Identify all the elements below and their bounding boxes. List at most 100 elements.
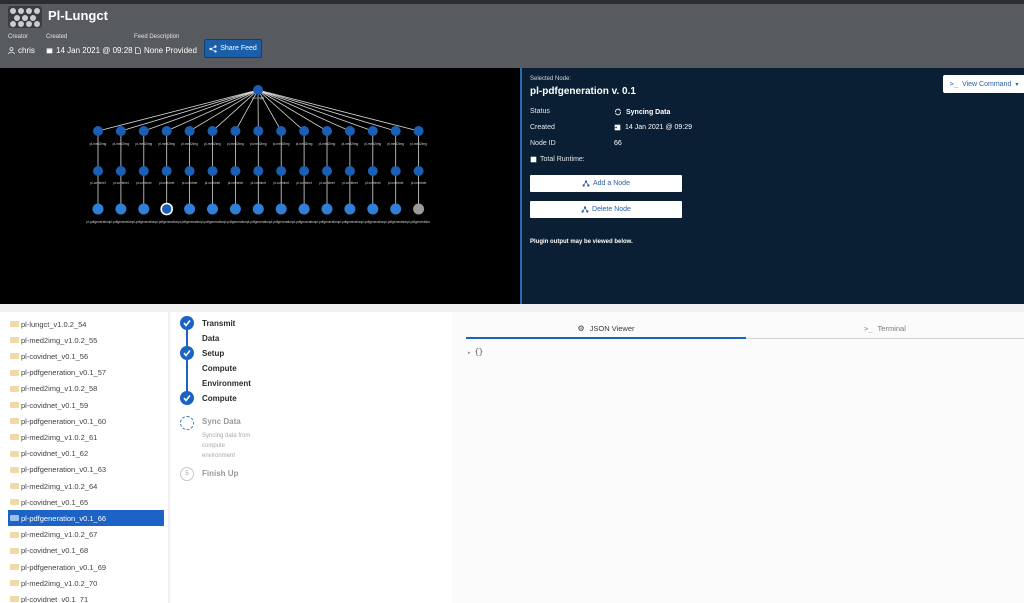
file-list-item[interactable]: pl-lungct_v1.0.2_54 (8, 316, 164, 332)
covidnet-node[interactable] (115, 166, 126, 176)
view-command-button[interactable]: >_ View Command ▾ (943, 75, 1024, 93)
created-value: 14 Jan 2021 @ 09:28 (46, 46, 133, 55)
pdfgeneration-node[interactable] (298, 203, 310, 215)
covidnet-node-label: pl-covidnet (296, 181, 312, 185)
folder-icon (10, 483, 19, 489)
file-list-item[interactable]: pl-pdfgeneration_v0.1_57 (8, 365, 164, 381)
med2img-node[interactable] (253, 126, 264, 136)
file-list-item[interactable]: pl-pdfgeneration_v0.1_69 (8, 559, 164, 575)
med2img-node-label: pl-med2img (204, 142, 221, 146)
covidnet-node[interactable] (207, 166, 218, 176)
step-sync-desc-2: compute (202, 443, 226, 449)
file-list-item[interactable]: pl-covidnet_v0.1_56 (8, 348, 164, 364)
med2img-node[interactable] (138, 126, 149, 136)
pdfgeneration-node[interactable] (115, 203, 127, 215)
covidnet-node[interactable] (230, 166, 241, 176)
covidnet-node[interactable] (390, 166, 401, 176)
file-list-item[interactable]: pl-covidnet_v0.1_59 (8, 397, 164, 413)
file-list-item-label: pl-covidnet_v0.1_56 (21, 351, 89, 361)
expand-caret-icon[interactable]: ▸ (468, 350, 471, 356)
med2img-node[interactable] (93, 126, 103, 136)
share-feed-button[interactable]: Share Feed (204, 39, 262, 58)
med2img-node-label: pl-med2img (158, 142, 175, 146)
covidnet-node[interactable] (138, 166, 149, 176)
covidnet-node-label: pl-covidnet (319, 181, 335, 185)
covidnet-node[interactable] (344, 166, 355, 176)
feed-tree-graph[interactable]: pl-lungct pl-med2img pl-covidnet pl-pdfgene… (0, 68, 520, 304)
pdfgeneration-node[interactable] (275, 203, 287, 215)
file-list-item[interactable]: pl-med2img_v1.0.2_64 (8, 478, 164, 494)
folder-icon (10, 596, 19, 603)
med2img-node[interactable] (390, 126, 401, 136)
tab-terminal-label: Terminal (877, 324, 906, 333)
file-list-item[interactable]: pl-covidnet_v0.1_65 (8, 494, 164, 510)
pdfgeneration-node[interactable] (390, 203, 402, 215)
file-list-item[interactable]: pl-pdfgeneration_v0.1_60 (8, 413, 164, 429)
pdfgeneration-node[interactable] (321, 203, 333, 215)
med2img-node[interactable] (413, 126, 424, 136)
tab-terminal[interactable]: >_ Terminal (746, 319, 1024, 339)
pdfgeneration-node[interactable] (229, 203, 241, 215)
covidnet-node[interactable] (322, 166, 332, 176)
med2img-node[interactable] (367, 126, 378, 136)
med2img-node[interactable] (276, 126, 287, 136)
pdfgeneration-node[interactable] (184, 203, 196, 215)
med2img-node[interactable] (161, 126, 172, 136)
file-list-item[interactable]: pl-med2img_v1.0.2_58 (8, 381, 164, 397)
covidnet-node[interactable] (299, 166, 310, 176)
pdfgeneration-node[interactable] (138, 203, 150, 215)
file-browser-list[interactable]: pl-lungct_v1.0.2_54 pl-med2img_v1.0.2_55p… (0, 312, 168, 603)
pdfgeneration-node[interactable] (92, 203, 104, 215)
step-number-icon: 5 (180, 467, 194, 481)
tree-edge (257, 89, 396, 132)
med2img-node[interactable] (299, 126, 310, 136)
feed-tree-svg[interactable]: pl-lungct pl-med2img pl-covidnet pl-pdfgene… (0, 68, 520, 304)
med2img-node[interactable] (322, 126, 332, 136)
step-sync-title: Sync Data (202, 417, 241, 426)
calendar-icon (614, 124, 621, 131)
covidnet-node-label: pl-covidnet (365, 181, 381, 185)
med2img-node[interactable] (184, 126, 195, 136)
folder-icon (10, 337, 19, 344)
file-list-item[interactable]: pl-covidnet_v0.1_62 (8, 446, 164, 462)
pdfgeneration-node[interactable] (207, 203, 218, 215)
add-node-button[interactable]: Add a Node (530, 175, 682, 192)
covidnet-node[interactable] (367, 166, 378, 176)
covidnet-node[interactable] (276, 166, 287, 176)
tab-json-viewer[interactable]: ⚙ JSON Viewer (466, 319, 746, 339)
covidnet-node[interactable] (161, 166, 172, 176)
covidnet-node[interactable] (184, 166, 195, 176)
med2img-node[interactable] (230, 126, 241, 136)
med2img-node[interactable] (344, 126, 355, 136)
file-list-item[interactable]: pl-covidnet_v0.1_68 (8, 543, 164, 559)
file-list-item[interactable]: pl-covidnet_v0.1_71 (8, 591, 164, 603)
step-connector (186, 330, 188, 346)
covidnet-node[interactable] (413, 166, 424, 176)
check-icon (180, 346, 194, 360)
file-list-item[interactable]: pl-pdfgeneration_v0.1_63 (8, 462, 164, 478)
pdfgeneration-node[interactable] (367, 203, 379, 215)
tree-edge (257, 89, 328, 132)
covidnet-node[interactable] (93, 166, 103, 176)
med2img-node[interactable] (115, 126, 126, 136)
file-list-item[interactable]: pl-pdfgeneration_v0.1_66 (8, 510, 164, 527)
med2img-node[interactable] (207, 126, 218, 136)
add-node-label: Add a Node (593, 180, 630, 187)
file-list-item[interactable]: pl-med2img_v1.0.2_70 (8, 575, 164, 591)
file-list-item[interactable]: pl-med2img_v1.0.2_67 (8, 527, 164, 543)
pdfgeneration-node-selected[interactable] (160, 202, 173, 216)
pdfgeneration-node[interactable] (413, 203, 425, 215)
root-node[interactable] (253, 85, 263, 95)
file-list-item[interactable]: pl-med2img_v1.0.2_55 (8, 332, 164, 348)
pdfgeneration-node[interactable] (252, 203, 264, 215)
pdfgeneration-node[interactable] (344, 203, 356, 215)
covidnet-node-label: pl-covidnet (159, 181, 175, 185)
tree-edge (257, 89, 419, 132)
covidnet-node[interactable] (253, 166, 264, 176)
folder-icon (10, 369, 19, 376)
add-node-icon (582, 180, 590, 187)
delete-node-button[interactable]: Delete Node (530, 201, 682, 218)
plugin-output-section: pl-lungct_v1.0.2_54 pl-med2img_v1.0.2_55p… (0, 304, 1024, 603)
step-sync-desc-1: Syncing data from (202, 433, 251, 439)
file-list-item[interactable]: pl-med2img_v1.0.2_61 (8, 429, 164, 445)
